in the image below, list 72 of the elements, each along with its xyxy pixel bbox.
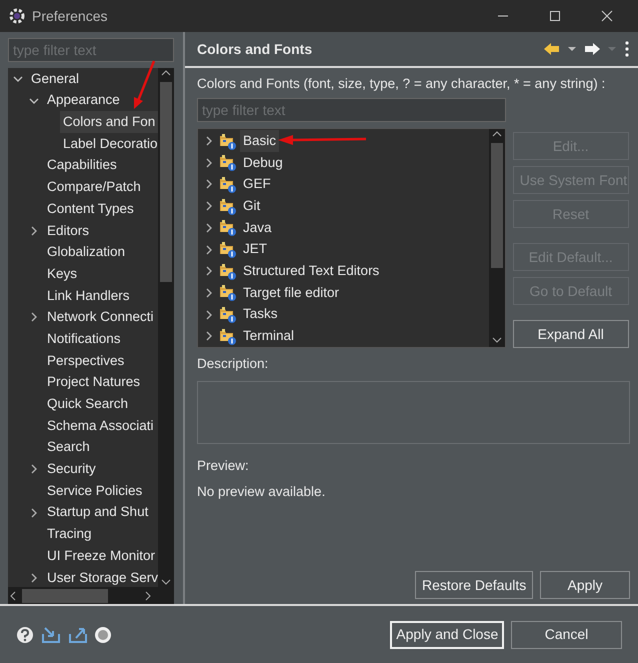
- maximize-icon[interactable]: [547, 8, 563, 24]
- folder-icon: [219, 154, 236, 172]
- tree-item[interactable]: Perspectives: [44, 350, 128, 372]
- tree-item[interactable]: Network Connecti: [44, 306, 157, 329]
- cancel-button[interactable]: Cancel: [511, 620, 622, 648]
- tree-item[interactable]: Debug: [240, 152, 286, 174]
- tree-item[interactable]: Terminal: [240, 325, 298, 348]
- scroll-up-icon[interactable]: [160, 68, 172, 78]
- folder-icon: [219, 176, 236, 193]
- folder-icon: [219, 219, 236, 236]
- tree-item[interactable]: Editors: [44, 220, 92, 242]
- tree-item[interactable]: JET: [240, 238, 270, 261]
- filter-label: Colors and Fonts (font, size, type, ? = any character, * = any string) :: [197, 75, 606, 93]
- tree-item[interactable]: Structured Text Editors: [240, 260, 382, 282]
- tree-item[interactable]: Compare/Patch: [44, 176, 144, 198]
- gear-icon: [8, 7, 26, 25]
- scroll-down-icon[interactable]: [160, 577, 172, 588]
- restore-defaults-button[interactable]: Restore Defaults: [414, 571, 534, 599]
- tree-item[interactable]: Schema Associati: [44, 414, 157, 437]
- forward-arrow-icon[interactable]: [584, 41, 600, 57]
- folder-icon: [219, 262, 236, 280]
- help-icon[interactable]: [16, 626, 34, 644]
- folder-icon: [219, 132, 236, 150]
- export-icon[interactable]: [68, 626, 88, 644]
- tree-item[interactable]: Notifications: [44, 328, 124, 350]
- tree-item[interactable]: Tracing: [44, 523, 95, 546]
- tree-item[interactable]: Target file editor: [240, 282, 342, 304]
- preview-label: Preview:: [197, 456, 250, 474]
- tree-item[interactable]: Globalization: [44, 241, 128, 264]
- tree-item[interactable]: Java: [240, 216, 275, 239]
- folder-icon: [219, 241, 236, 258]
- folder-icon: [219, 328, 236, 345]
- apply-and-close-button[interactable]: Apply and Close: [390, 620, 504, 648]
- tree-item[interactable]: Search: [44, 436, 93, 459]
- folder-icon: [219, 306, 236, 324]
- tree-item[interactable]: Security: [44, 458, 99, 480]
- record-icon[interactable]: [94, 626, 112, 644]
- tree-item[interactable]: Appearance: [44, 89, 123, 112]
- import-icon[interactable]: [40, 626, 61, 644]
- tree-item[interactable]: Colors and Fon: [60, 111, 158, 134]
- tree-item[interactable]: Basic: [240, 130, 280, 152]
- window-title: Preferences: [32, 6, 108, 26]
- folder-icon: [219, 284, 236, 302]
- vertical-scrollbar[interactable]: [489, 129, 505, 348]
- apply-button[interactable]: Apply: [540, 571, 630, 599]
- horizontal-scrollbar[interactable]: [8, 587, 174, 604]
- tree-item[interactable]: Capabilities: [44, 154, 120, 177]
- menu-icon[interactable]: [624, 40, 630, 58]
- tree-item[interactable]: Project Natures: [44, 371, 144, 394]
- annotation-arrow: [134, 60, 156, 109]
- tree-item[interactable]: Git: [240, 195, 264, 218]
- tree-item[interactable]: Keys: [44, 262, 80, 286]
- vertical-scrollbar[interactable]: [158, 68, 174, 588]
- tree-item[interactable]: Quick Search: [44, 393, 132, 416]
- tree-item[interactable]: Label Decoratio: [60, 132, 158, 156]
- tree-item[interactable]: Link Handlers: [44, 284, 133, 307]
- tree-item[interactable]: User Storage Serv: [44, 566, 158, 588]
- description-label: Description:: [197, 355, 270, 374]
- tree-item[interactable]: Service Policies: [44, 480, 146, 502]
- dropdown-caret-icon[interactable]: [566, 44, 577, 54]
- folder-icon: [219, 198, 236, 215]
- page-title: Colors and Fonts: [197, 40, 314, 58]
- side-button[interactable]: Expand All: [512, 320, 629, 348]
- tree-item[interactable]: GEF: [240, 173, 274, 196]
- tree-item[interactable]: Startup and Shut: [44, 501, 152, 524]
- back-arrow-icon[interactable]: [543, 41, 560, 57]
- tree-item[interactable]: UI Freeze Monitor: [44, 544, 158, 568]
- tree-item[interactable]: Content Types: [44, 198, 137, 220]
- preview-text: No preview available.: [197, 482, 326, 501]
- tree-item[interactable]: General: [28, 68, 82, 90]
- tree-item[interactable]: Tasks: [240, 303, 281, 326]
- close-icon[interactable]: [599, 8, 615, 24]
